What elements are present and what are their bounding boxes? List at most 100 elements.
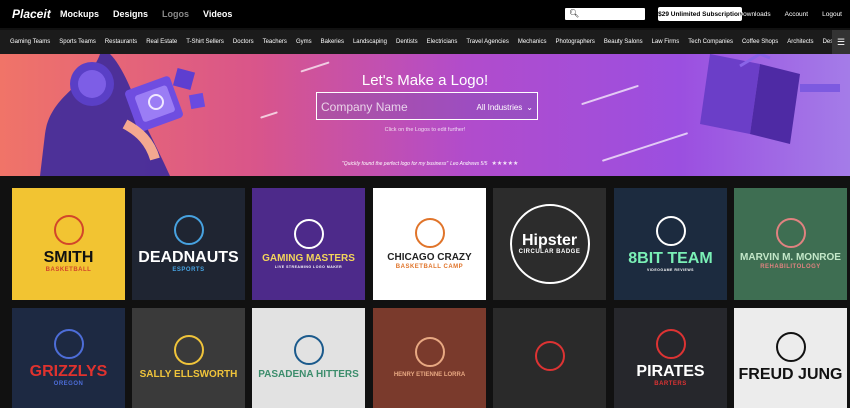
- logo-title: GRIZZLYS: [29, 363, 108, 381]
- logo-title: CHICAGO CRAZY: [387, 252, 472, 264]
- logo-template-tile[interactable]: [493, 308, 606, 408]
- downloads-link[interactable]: Downloads: [738, 11, 770, 18]
- hero-title: Let's Make a Logo!: [361, 72, 489, 89]
- logo-subtitle: REHABILITOLOGY: [760, 263, 821, 270]
- logo-title: 8BIT TEAM: [628, 250, 713, 268]
- category-link[interactable]: Tech Companies: [688, 39, 733, 45]
- logo-template-tile[interactable]: HENRY ETIENNE LORRA: [373, 308, 486, 408]
- category-link[interactable]: Coffee Shops: [742, 39, 778, 45]
- logo-subtitle: OREGON: [53, 380, 84, 387]
- logo-subtitle: BARTERS: [654, 380, 687, 387]
- category-link[interactable]: Doctors: [233, 39, 254, 45]
- logo-template-tile[interactable]: SMITH BASKETBALL: [12, 188, 125, 300]
- nav-mockups[interactable]: Mockups: [60, 9, 99, 19]
- logo-subtitle: VIDEOGAME REVIEWS: [646, 267, 694, 272]
- category-link[interactable]: Mechanics: [518, 39, 547, 45]
- logo-emblem-icon: [173, 215, 204, 246]
- subscription-button[interactable]: $29 Unlimited Subscription: [658, 7, 742, 21]
- logo-subtitle: ESPORTS: [172, 266, 205, 273]
- category-link[interactable]: Dentists: [396, 39, 418, 45]
- logo-title: GAMING MASTERS: [262, 253, 355, 265]
- logo-title: HENRY ETIENNE LORRA: [393, 372, 466, 379]
- category-link[interactable]: Teachers: [263, 39, 287, 45]
- logo-emblem-icon: [509, 204, 590, 284]
- category-list: Gaming Teams Sports Teams Restaurants Real …: [10, 30, 835, 54]
- nav-designs[interactable]: Designs: [113, 9, 148, 19]
- logo-title: FREUD JUNG: [738, 366, 843, 384]
- category-link[interactable]: Law Firms: [652, 39, 680, 45]
- logo-template-tile[interactable]: SALLY ELLSWORTH: [132, 308, 245, 408]
- logo-template-tile[interactable]: GRIZZLYS OREGON: [12, 308, 125, 408]
- placeit-logo[interactable]: Placeit: [12, 7, 51, 21]
- category-link[interactable]: Landscaping: [353, 39, 387, 45]
- logo-subtitle: BASKETBALL: [45, 266, 92, 273]
- account-links: Downloads Account Logout: [738, 0, 842, 28]
- logo-title: SALLY ELLSWORTH: [139, 369, 238, 381]
- account-link[interactable]: Account: [785, 11, 809, 18]
- streak-decoration: [601, 132, 689, 162]
- industry-select[interactable]: All Industries ⌄: [477, 99, 534, 115]
- streak-decoration: [260, 111, 278, 119]
- logo-emblem-icon: [775, 332, 806, 363]
- logo-title: PASADENA HITTERS: [258, 369, 359, 381]
- logo-title: SMITH: [43, 249, 94, 267]
- category-link[interactable]: Electricians: [427, 39, 458, 45]
- logo-template-tile[interactable]: CHICAGO CRAZY BASKETBALL CAMP: [373, 188, 486, 300]
- logo-emblem-icon: [53, 215, 84, 246]
- company-name-form: All Industries ⌄: [316, 92, 538, 120]
- testimonial-author: Leo Andrews 5/5: [450, 160, 488, 167]
- top-navigation-bar: Placeit Mockups Designs Logos Videos 🔍︎ …: [0, 0, 850, 28]
- category-link[interactable]: Sports Teams: [59, 39, 96, 45]
- hero-banner: Let's Make a Logo! All Industries ⌄ Clic…: [0, 54, 850, 176]
- logo-emblem-icon: [775, 218, 806, 249]
- logo-emblem-icon: [414, 218, 445, 249]
- nav-videos[interactable]: Videos: [203, 9, 232, 19]
- logo-template-tile[interactable]: DEADNAUTS ESPORTS: [132, 188, 245, 300]
- logo-emblem-icon: [293, 335, 324, 366]
- category-link[interactable]: Beauty Salons: [604, 39, 643, 45]
- streak-decoration: [300, 61, 330, 73]
- category-bar: Gaming Teams Sports Teams Restaurants Real …: [0, 30, 850, 54]
- logo-template-tile[interactable]: PASADENA HITTERS: [252, 308, 365, 408]
- chevron-down-icon: ⌄: [526, 102, 533, 112]
- logo-emblem-icon: [173, 335, 204, 366]
- category-link[interactable]: Architects: [787, 39, 813, 45]
- industry-select-label: All Industries: [476, 102, 523, 112]
- search-icon: 🔍︎: [569, 9, 580, 18]
- logo-title: DEADNAUTS: [138, 249, 239, 267]
- logo-template-tile[interactable]: Hipster CIRCULAR BADGE: [493, 188, 606, 300]
- hero-hint: Click on the Logos to edit further!: [384, 127, 466, 133]
- logout-link[interactable]: Logout: [822, 11, 842, 18]
- main-nav: Mockups Designs Logos Videos: [60, 0, 232, 28]
- logo-template-tile[interactable]: GAMING MASTERS LIVE STREAMING LOGO MAKER: [252, 188, 365, 300]
- hamburger-menu-icon[interactable]: ☰: [832, 30, 850, 54]
- logo-title: MARVIN M. MONROE: [740, 252, 841, 264]
- testimonial: "Quickly found the perfect logo for my b…: [342, 160, 519, 168]
- category-link[interactable]: Gyms: [296, 39, 312, 45]
- category-link[interactable]: Travel Agencies: [466, 39, 508, 45]
- logo-emblem-icon: [655, 329, 686, 360]
- category-link[interactable]: T-Shirt Sellers: [186, 39, 224, 45]
- logo-emblem-icon: [293, 219, 324, 250]
- logo-emblem-icon: [534, 340, 565, 371]
- testimonial-text: "Quickly found the perfect logo for my b…: [342, 160, 449, 167]
- logo-subtitle: BASKETBALL CAMP: [395, 263, 464, 270]
- logo-template-tile[interactable]: 8BIT TEAM VIDEOGAME REVIEWS: [614, 188, 727, 300]
- logo-grid: SMITH BASKETBALL DEADNAUTS ESPORTS GAMING MA…: [0, 176, 850, 408]
- category-link[interactable]: Bakeries: [321, 39, 344, 45]
- category-link[interactable]: Restaurants: [105, 39, 137, 45]
- category-link[interactable]: Real Estate: [146, 39, 177, 45]
- logo-template-tile[interactable]: FREUD JUNG: [734, 308, 847, 408]
- category-link[interactable]: Photographers: [556, 39, 595, 45]
- logo-template-tile[interactable]: PIRATES BARTERS: [614, 308, 727, 408]
- logo-emblem-icon: [414, 337, 445, 368]
- company-name-input[interactable]: [321, 98, 461, 116]
- logo-emblem-icon: [655, 216, 686, 247]
- logo-emblem-icon: [53, 329, 84, 360]
- logo-template-tile[interactable]: MARVIN M. MONROE REHABILITOLOGY: [734, 188, 847, 300]
- rating-stars-icon: ★★★★★: [491, 161, 519, 167]
- logo-subtitle: LIVE STREAMING LOGO MAKER: [274, 264, 343, 269]
- category-link[interactable]: Gaming Teams: [10, 39, 50, 45]
- nav-logos[interactable]: Logos: [162, 9, 189, 19]
- search-input[interactable]: 🔍︎: [565, 8, 645, 20]
